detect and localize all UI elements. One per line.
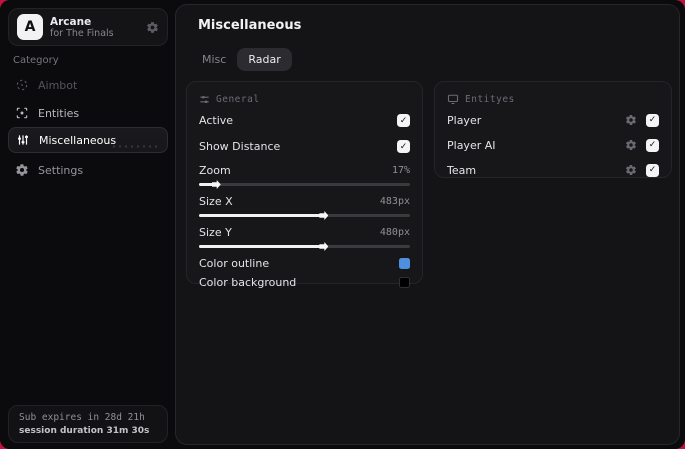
slider-fill bbox=[199, 214, 322, 217]
sliders-icon bbox=[15, 133, 30, 148]
size-y-slider[interactable] bbox=[199, 242, 410, 251]
main-panel: Miscellaneous Misc Radar General Active … bbox=[175, 4, 680, 445]
gear-icon[interactable] bbox=[146, 21, 159, 34]
entity-label: Player bbox=[447, 113, 482, 127]
gear-icon[interactable] bbox=[625, 139, 637, 151]
sidebar-item-settings[interactable]: Settings bbox=[8, 158, 168, 182]
size-y-value: 480px bbox=[379, 226, 410, 238]
selected-item-dots-decoration bbox=[111, 144, 157, 149]
page-title: Miscellaneous bbox=[198, 18, 302, 33]
player-ai-checkbox[interactable] bbox=[646, 138, 659, 152]
slider-fill bbox=[199, 245, 322, 248]
player-checkbox[interactable] bbox=[646, 113, 659, 127]
brand-subtitle: for The Finals bbox=[50, 27, 114, 39]
slider-thumb[interactable] bbox=[319, 242, 329, 251]
monitor-icon bbox=[447, 93, 459, 105]
setting-row-zoom: Zoom 17% bbox=[199, 162, 410, 178]
gear-icon[interactable] bbox=[625, 114, 637, 126]
slider-fill bbox=[199, 183, 214, 186]
gear-icon[interactable] bbox=[625, 164, 637, 176]
entity-label: Team bbox=[447, 163, 477, 177]
entity-label: Player AI bbox=[447, 138, 496, 152]
sliders-icon bbox=[199, 94, 210, 105]
general-panel: General Active Show Distance Zoom 17% Si… bbox=[186, 81, 423, 289]
setting-row-size-y: Size Y 480px bbox=[199, 224, 410, 240]
gear-icon bbox=[14, 163, 29, 178]
setting-row-active: Active bbox=[199, 109, 410, 132]
sidebar-item-label: Settings bbox=[38, 163, 84, 177]
category-label: Category bbox=[13, 55, 59, 66]
setting-label: Size Y bbox=[199, 225, 232, 239]
session-duration-text: session duration 31m 30s bbox=[19, 426, 150, 436]
sidebar: A Arcane for The Finals Category Aimbot … bbox=[0, 0, 175, 449]
active-checkbox[interactable] bbox=[397, 114, 410, 127]
sidebar-item-miscellaneous[interactable]: Miscellaneous bbox=[8, 127, 168, 153]
general-panel-title: General bbox=[216, 93, 260, 105]
tab-radar[interactable]: Radar bbox=[237, 48, 292, 71]
sidebar-item-label: Entities bbox=[38, 106, 80, 120]
entity-row-team: Team bbox=[447, 159, 659, 181]
size-x-slider[interactable] bbox=[199, 211, 410, 220]
entities-panel: Entityes Player Player AI bbox=[434, 81, 672, 178]
setting-row-show-distance: Show Distance bbox=[199, 135, 410, 158]
sub-expiry-text: Sub expires in 28d 21h bbox=[19, 412, 145, 423]
tab-bar: Misc Radar bbox=[191, 48, 292, 71]
entities-panel-title: Entityes bbox=[465, 93, 515, 105]
show-distance-checkbox[interactable] bbox=[397, 140, 410, 153]
setting-label: Size X bbox=[199, 194, 233, 208]
sidebar-item-entities[interactable]: Entities bbox=[8, 101, 168, 125]
team-checkbox[interactable] bbox=[646, 163, 659, 177]
sidebar-item-aimbot[interactable]: Aimbot bbox=[8, 73, 168, 97]
setting-row-size-x: Size X 483px bbox=[199, 193, 410, 209]
brand-logo: A bbox=[17, 14, 43, 40]
setting-label: Zoom bbox=[199, 163, 231, 177]
size-x-value: 483px bbox=[379, 195, 410, 207]
brand-text: Arcane for The Finals bbox=[50, 16, 146, 39]
color-background-swatch[interactable] bbox=[399, 277, 410, 288]
entities-panel-header: Entityes bbox=[447, 92, 659, 106]
brand-name: Arcane bbox=[50, 15, 92, 28]
brand-card[interactable]: A Arcane for The Finals bbox=[8, 8, 168, 46]
entity-row-player-ai: Player AI bbox=[447, 134, 659, 156]
setting-row-color-background: Color background bbox=[199, 273, 410, 292]
setting-label: Color outline bbox=[199, 257, 270, 270]
slider-thumb[interactable] bbox=[319, 211, 329, 220]
zoom-slider[interactable] bbox=[199, 180, 410, 189]
sidebar-item-label: Aimbot bbox=[38, 78, 78, 92]
setting-label: Active bbox=[199, 114, 234, 127]
slider-track bbox=[199, 183, 410, 186]
setting-label: Show Distance bbox=[199, 140, 281, 153]
slider-thumb[interactable] bbox=[211, 180, 221, 189]
setting-label: Color background bbox=[199, 276, 297, 289]
subscription-card: Sub expires in 28d 21h session duration … bbox=[8, 405, 168, 443]
setting-row-color-outline: Color outline bbox=[199, 254, 410, 273]
scan-icon bbox=[14, 106, 29, 121]
app-window: A Arcane for The Finals Category Aimbot … bbox=[0, 0, 685, 449]
tab-misc[interactable]: Misc bbox=[191, 48, 237, 71]
sidebar-item-label: Miscellaneous bbox=[39, 133, 117, 147]
color-outline-swatch[interactable] bbox=[399, 258, 410, 269]
general-panel-header: General bbox=[199, 92, 410, 106]
zoom-value: 17% bbox=[391, 164, 410, 176]
crosshair-icon bbox=[14, 78, 29, 93]
entity-row-player: Player bbox=[447, 109, 659, 131]
